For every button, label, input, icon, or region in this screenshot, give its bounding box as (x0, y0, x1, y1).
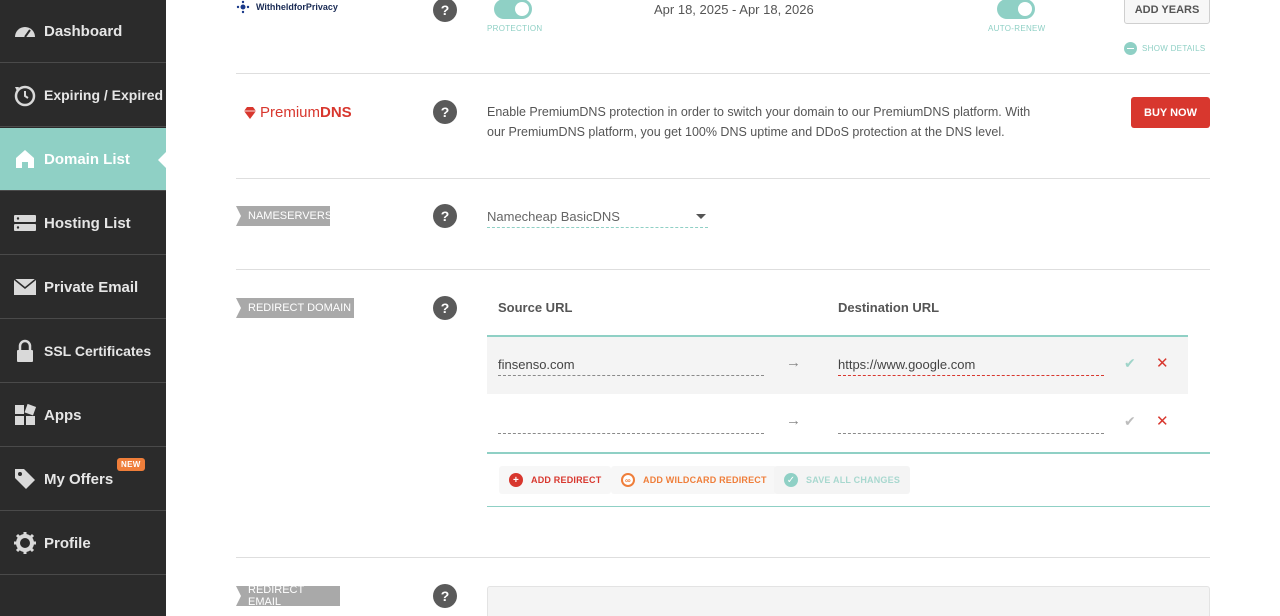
premiumdns-logo: Premium DNS (243, 104, 352, 121)
auto-renew-label: AUTO-RENEW (988, 24, 1046, 33)
diamond-icon (244, 106, 256, 119)
help-icon[interactable]: ? (433, 296, 457, 320)
add-redirect-button[interactable]: + ADD REDIRECT (499, 466, 612, 494)
withheldforprivacy-logo: WithheldforPrivacy (236, 0, 338, 14)
nameservers-tag: NAMESERVERS (236, 206, 332, 226)
source-url-header: Source URL (498, 300, 573, 315)
premiumdns-description: Enable PremiumDNS protection in order to… (487, 105, 1031, 139)
destination-url-input[interactable] (838, 354, 1104, 376)
source-url-input[interactable] (498, 412, 764, 434)
plus-icon: + (509, 473, 523, 487)
sidebar-item-domain-list[interactable]: Domain List (0, 128, 166, 191)
help-icon[interactable]: ? (433, 204, 457, 228)
sidebar-item-expiring[interactable]: Expiring / Expired (0, 64, 166, 127)
buy-now-button[interactable]: BUY NOW (1131, 97, 1210, 128)
arrow-right-icon: → (786, 412, 801, 429)
sidebar-item-label: Apps (44, 406, 82, 424)
subscription-date-range: Apr 18, 2025 - Apr 18, 2026 (654, 2, 814, 17)
add-redirect-label: ADD REDIRECT (531, 475, 602, 485)
nameservers-select[interactable]: Namecheap BasicDNS (487, 206, 708, 228)
redirect-table-bottom-border (487, 452, 1210, 454)
confirm-check-icon[interactable]: ✔ (1124, 413, 1136, 430)
dashboard-gauge-icon (12, 18, 38, 44)
sidebar-item-my-offers[interactable]: My Offers NEW (0, 448, 166, 511)
privacy-logo-text: WithheldforPrivacy (256, 2, 338, 12)
wildcard-icon: ∞ (621, 473, 635, 487)
redirect-email-panel (487, 586, 1210, 616)
check-icon: ✓ (784, 473, 798, 487)
sidebar-item-ssl-certificates[interactable]: SSL Certificates (0, 320, 166, 383)
source-url-input[interactable] (498, 354, 764, 376)
sidebar-item-label: SSL Certificates (44, 343, 152, 359)
tag-icon (12, 466, 38, 492)
nameservers-selected-value: Namecheap BasicDNS (487, 209, 620, 224)
domain-settings-panel: WithheldforPrivacy ? PROTECTION Apr 18, … (166, 0, 1280, 616)
new-badge: NEW (117, 458, 145, 471)
sidebar-item-profile[interactable]: Profile (0, 512, 166, 575)
premiumdns-logo-suffix: DNS (320, 104, 352, 121)
help-icon[interactable]: ? (433, 584, 457, 608)
add-years-button[interactable]: ADD YEARS (1124, 0, 1210, 24)
chevron-down-icon (696, 214, 706, 219)
add-wildcard-redirect-button[interactable]: ∞ ADD WILDCARD REDIRECT (611, 466, 777, 494)
sidebar-item-label: My Offers (44, 470, 114, 488)
lock-icon (12, 338, 38, 364)
save-all-changes-button[interactable]: ✓ SAVE ALL CHANGES (774, 466, 911, 494)
arrow-right-icon: → (786, 354, 801, 371)
delete-x-icon[interactable]: ✕ (1156, 412, 1169, 430)
privacy-logo-icon (236, 0, 250, 14)
sidebar-item-dashboard[interactable]: Dashboard (0, 0, 166, 63)
redirect-email-tag: REDIRECT EMAIL (236, 584, 340, 608)
redirect-domain-tag: REDIRECT DOMAIN (236, 298, 354, 318)
sidebar: Dashboard Expiring / Expired Domain List… (0, 0, 166, 616)
sidebar-item-label: Private Email (44, 278, 139, 296)
help-icon[interactable]: ? (433, 100, 457, 124)
sidebar-item-hosting-list[interactable]: Hosting List (0, 192, 166, 255)
divider (236, 178, 1210, 179)
home-icon (12, 146, 38, 172)
protection-label: PROTECTION (487, 24, 543, 33)
sidebar-item-label: Domain List (44, 150, 130, 168)
divider (236, 557, 1210, 558)
add-wildcard-label: ADD WILDCARD REDIRECT (643, 475, 767, 485)
sidebar-item-label: Profile (44, 534, 91, 552)
show-details-label: SHOW DETAILS (1142, 44, 1206, 53)
envelope-icon (12, 274, 38, 300)
redirect-section-bottom (487, 506, 1210, 507)
show-details-link[interactable]: SHOW DETAILS (1124, 42, 1205, 55)
protection-toggle[interactable] (494, 0, 532, 19)
delete-x-icon[interactable]: ✕ (1156, 354, 1169, 372)
destination-url-input[interactable] (838, 412, 1104, 434)
destination-url-header: Destination URL (838, 300, 940, 315)
sidebar-item-apps[interactable]: Apps (0, 384, 166, 447)
help-icon[interactable]: ? (433, 0, 457, 22)
premiumdns-logo-prefix: Premium (260, 104, 321, 121)
confirm-check-icon[interactable]: ✔ (1124, 355, 1136, 372)
sidebar-item-label: Dashboard (44, 22, 123, 40)
divider (236, 269, 1210, 270)
plus-icon (1124, 42, 1137, 55)
save-all-label: SAVE ALL CHANGES (806, 475, 901, 485)
server-icon (12, 210, 38, 236)
sidebar-item-label: Expiring / Expired (44, 87, 164, 103)
apps-grid-icon (12, 402, 38, 428)
sidebar-item-private-email[interactable]: Private Email (0, 256, 166, 319)
auto-renew-toggle[interactable] (997, 0, 1035, 19)
clock-history-icon (12, 82, 38, 108)
gear-icon (12, 530, 38, 556)
sidebar-item-label: Hosting List (44, 214, 131, 232)
divider (236, 73, 1210, 74)
